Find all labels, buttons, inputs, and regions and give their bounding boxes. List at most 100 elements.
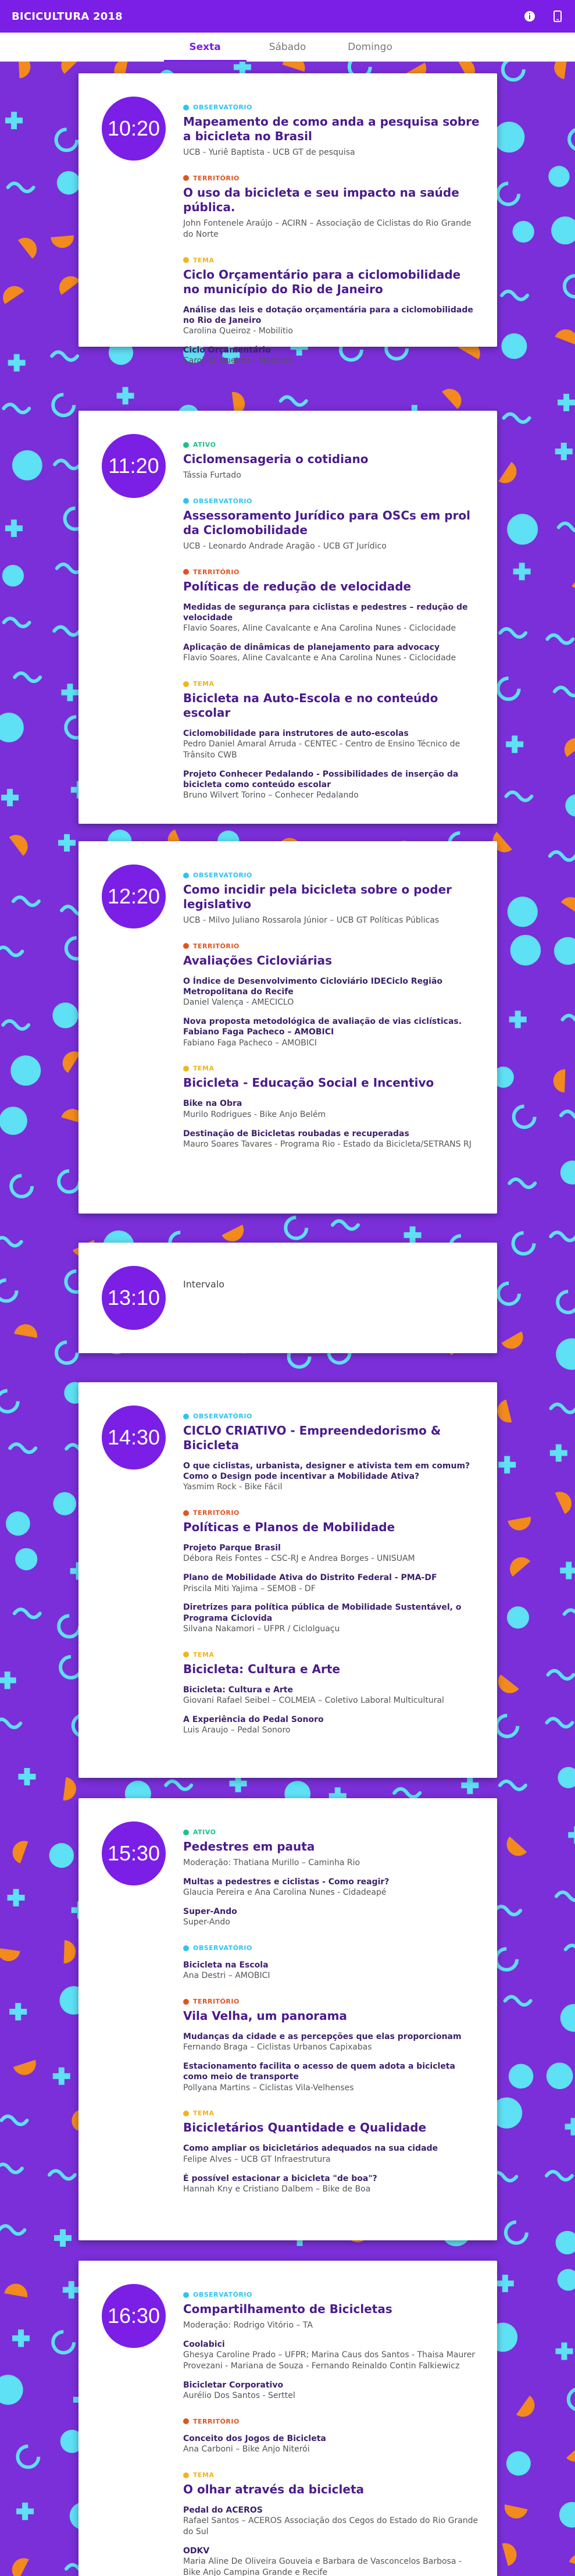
session-time-badge: 12:20 (102, 864, 166, 928)
tab-sabado[interactable]: Sábado (247, 33, 329, 62)
slot-type-tag: TERRITÓRIO (183, 568, 480, 576)
background-shape (555, 443, 573, 461)
session-card[interactable]: 10:20 OBSERVATÓRIO Mapeamento de como anda… (78, 73, 497, 365)
session-slot[interactable]: OBSERVATÓRIO Compartilhamento de Biciclet… (183, 2291, 480, 2401)
background-shape (498, 461, 517, 483)
session-slot[interactable]: TERRITÓRIO Conceito dos Jogos de Biciclet… (183, 2418, 480, 2455)
session-slot[interactable]: OBSERVATÓRIO Mapeamento de como anda a pe… (183, 104, 480, 158)
session-body: OBSERVATÓRIO Compartilhamento de Biciclet… (183, 2291, 480, 2576)
session-slot[interactable]: TERRITÓRIO Políticas e Planos de Mobilida… (183, 1509, 480, 1634)
talk-item: ODKV Maria Aline De Oliveira Gouveia e Ba… (183, 2546, 480, 2576)
slot-type-dot-icon (183, 681, 189, 687)
talk-author: Daniel Valença - AMECICLO (183, 998, 294, 1008)
slot-title: Mapeamento de como anda a pesquisa sobre… (183, 115, 480, 143)
session-slot[interactable]: TEMA Bicicleta na Auto-Escola e no conteú… (183, 680, 480, 801)
background-shape (552, 685, 575, 698)
session-card[interactable]: 11:20 ATIVO Ciclomensageria o cotidiano Tás… (78, 411, 497, 824)
background-shape (62, 1051, 81, 1073)
background-shape (567, 128, 575, 151)
session-slot[interactable]: OBSERVATÓRIO CICLO CRIATIVO - Empreendedo… (183, 1412, 480, 1493)
background-shape (555, 2230, 575, 2255)
session-slot[interactable]: TEMA Bicicleta - Educação Social e Incent… (183, 1065, 480, 1150)
background-shape (508, 1517, 531, 1531)
slot-type-label: TEMA (193, 1065, 215, 1073)
background-shape (0, 2162, 24, 2175)
slot-speaker: Moderação: Rodrigo Vitório – TA (183, 2321, 313, 2330)
talk-author: Yasmim Rock - Bike Fácil (183, 1482, 283, 1492)
background-shape (52, 2067, 70, 2085)
talk-title: Estacionamento facilita o acesso de quem… (183, 2062, 455, 2082)
background-shape (507, 514, 538, 545)
session-slot[interactable]: TEMA Bicicletários Quantidade e Qualidade… (183, 2109, 480, 2194)
session-slot[interactable]: ATIVO Pedestres em pauta Moderação: Thatia… (183, 1828, 480, 1928)
session-card[interactable]: 16:30 OBSERVATÓRIO Compartilhamento de Bic… (78, 2261, 497, 2576)
background-shape (560, 1013, 575, 1022)
background-shape (13, 2059, 36, 2075)
info-icon[interactable] (524, 10, 535, 22)
slot-type-label: TEMA (193, 680, 215, 688)
session-slot[interactable]: TERRITÓRIO Vila Velha, um panorama Mudança… (183, 1998, 480, 2093)
background-shape (555, 329, 575, 346)
talk-item: Projeto Parque Brasil Débora Reis Fontes … (183, 1543, 480, 1564)
slot-type-label: TERRITÓRIO (193, 1509, 240, 1517)
session-slot[interactable]: TERRITÓRIO Políticas de redução de veloci… (183, 568, 480, 664)
slot-title: Políticas de redução de velocidade (183, 579, 412, 593)
session-slot[interactable]: TERRITÓRIO O uso da bicicleta e seu impac… (183, 175, 480, 240)
background-shape (17, 237, 37, 259)
session-card[interactable]: 14:30 OBSERVATÓRIO CICLO CRIATIVO - Empree… (78, 1382, 497, 1778)
session-slot[interactable]: TEMA Ciclo Orçamentário para a ciclomobil… (183, 257, 480, 367)
session-slot[interactable]: TEMA O olhar através da bicicleta Pedal do… (183, 2471, 480, 2576)
tab-sexta[interactable]: Sexta (163, 33, 247, 62)
talk-author: Pollyana Martins – Ciclistas Vila-Velhen… (183, 2083, 354, 2093)
session-slot[interactable]: TERRITÓRIO Avaliações Cicloviárias O Índic… (183, 942, 480, 1049)
session-slot[interactable]: OBSERVATÓRIO Bicicleta na Escola Ana Destr… (183, 1944, 480, 1981)
background-shape (54, 1340, 79, 1365)
background-shape (1, 1019, 31, 1031)
talk-title: Medidas de segurança para ciclistas e pe… (183, 602, 468, 622)
phone-icon[interactable] (552, 10, 563, 22)
background-shape (63, 1777, 76, 1801)
session-slot[interactable]: OBSERVATÓRIO Como incidir pela bicicleta … (183, 871, 480, 926)
talk-title: Como ampliar os bicicletários adequados … (183, 2144, 438, 2154)
slot-speaker: Tássia Furtado (183, 471, 241, 480)
talk-title: A Experiência do Pedal Sonoro (183, 1714, 324, 1724)
session-card[interactable]: 13:10 Intervalo (78, 1243, 497, 1353)
background-shape (8, 1442, 38, 1454)
slot-type-tag: TEMA (183, 1651, 480, 1659)
background-shape (548, 166, 570, 187)
background-shape (501, 57, 526, 82)
background-shape (560, 1160, 575, 1185)
background-shape (556, 1290, 575, 1315)
slot-type-dot-icon (183, 1510, 189, 1516)
background-shape (506, 1836, 527, 1856)
slot-type-dot-icon (183, 569, 189, 575)
background-shape (501, 1331, 523, 1349)
background-shape (12, 1607, 42, 1620)
session-card[interactable]: 12:20 OBSERVATÓRIO Como incidir pela bicic… (78, 841, 497, 1214)
background-shape (509, 1011, 527, 1029)
slot-type-dot-icon (183, 943, 189, 949)
background-shape (59, 276, 80, 295)
tab-domingo[interactable]: Domingo (329, 33, 412, 62)
background-shape (549, 1402, 575, 1414)
background-shape (565, 2118, 575, 2136)
session-slot[interactable]: ATIVO Ciclomensageria o cotidiano Tássia F… (183, 441, 480, 481)
background-shape (568, 1826, 575, 1844)
slot-speaker: Moderação: Thatiana Murillo – Caminha Ri… (183, 1858, 360, 1867)
background-shape (18, 1768, 36, 1786)
talk-title: Diretrizes para política pública de Mobi… (183, 1603, 462, 1623)
slot-type-tag: OBSERVATÓRIO (183, 497, 480, 505)
background-shape (569, 2554, 575, 2570)
app-title: BICICULTURA 2018 (12, 10, 123, 23)
slot-type-label: OBSERVATÓRIO (193, 1412, 252, 1420)
background-shape (558, 1767, 575, 1788)
talk-title: Mudanças da cidade e as percepções que e… (183, 2032, 462, 2042)
session-slot[interactable]: TEMA Bicicleta: Cultura e Arte Bicicleta: … (183, 1651, 480, 1736)
app-bar: BICICULTURA 2018 (0, 0, 575, 33)
talk-author: Murilo Rodrigues - Bike Anjo Belém (183, 1109, 326, 1119)
slot-title: Ciclomensageria o cotidiano (183, 452, 369, 466)
background-shape (493, 1905, 523, 1917)
session-slot[interactable]: OBSERVATÓRIO Assessoramento Jurídico para… (183, 497, 480, 552)
session-card[interactable]: 15:30 ATIVO Pedestres em pauta Moderação: T… (78, 1798, 497, 2240)
talk-title: ODKV (183, 2546, 210, 2556)
